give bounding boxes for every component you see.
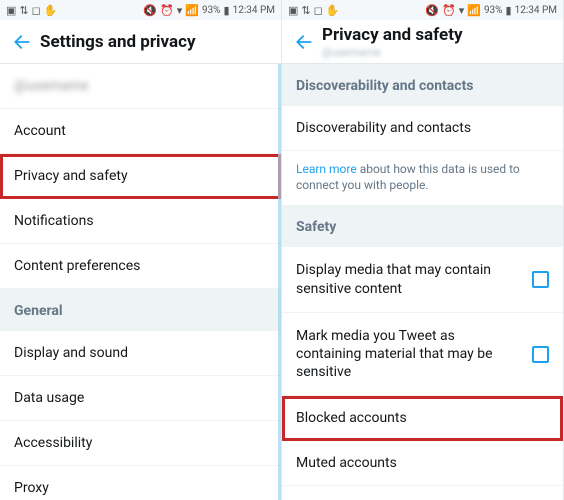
item-mark-sensitive[interactable]: Mark media you Tweet as containing mater… xyxy=(282,313,563,397)
status-bar: ▣ ⇅ ◻ ✋ 🔇 ⏰ ▾ 📶 93% ▮ 12:34 PM xyxy=(282,0,563,20)
section-discoverability: Discoverability and contacts xyxy=(282,64,563,106)
status-right: 🔇 ⏰ ▾ 📶 93% ▮ 12:34 PM xyxy=(425,4,557,17)
learn-more-link[interactable]: Learn more xyxy=(296,162,357,176)
item-privacy-and-safety[interactable]: Privacy and safety xyxy=(0,154,281,199)
screen-privacy-safety: ▣ ⇅ ◻ ✋ 🔇 ⏰ ▾ 📶 93% ▮ 12:34 PM Privacy a… xyxy=(282,0,564,500)
status-left: ▣ ⇅ ◻ ✋ xyxy=(6,4,57,17)
alarm-icon: ⏰ xyxy=(442,4,456,17)
item-display-sensitive[interactable]: Display media that may contain sensitive… xyxy=(282,247,563,312)
screen-settings: ▣ ⇅ ◻ ✋ 🔇 ⏰ ▾ 📶 93% ▮ 12:34 PM Settings … xyxy=(0,0,282,500)
back-arrow-icon[interactable] xyxy=(294,32,322,52)
wifi-icon: ▾ xyxy=(459,4,465,17)
page-title: Settings and privacy xyxy=(40,32,196,52)
mute-icon: 🔇 xyxy=(425,4,439,17)
item-muted-accounts[interactable]: Muted accounts xyxy=(282,441,563,486)
item-label: Account xyxy=(14,123,267,139)
clock: 12:34 PM xyxy=(233,5,275,16)
clock: 12:34 PM xyxy=(515,5,557,16)
app-header: Settings and privacy xyxy=(0,20,281,64)
discover-description: Learn more about how this data is used t… xyxy=(282,151,563,205)
item-label: Data usage xyxy=(14,390,267,406)
item-label: Mark media you Tweet as containing mater… xyxy=(296,327,522,382)
privacy-list: Discoverability and contacts Discoverabi… xyxy=(282,64,563,500)
battery-icon: ▮ xyxy=(506,4,512,17)
item-data-usage[interactable]: Data usage xyxy=(0,376,281,421)
hand-icon: ✋ xyxy=(326,4,340,17)
alarm-icon: ⏰ xyxy=(160,4,174,17)
item-discoverability-contacts[interactable]: Discoverability and contacts xyxy=(282,106,563,151)
app-header: Privacy and safety @username xyxy=(282,20,563,64)
cast-icon: ◻ xyxy=(32,4,41,17)
item-account[interactable]: Account xyxy=(0,109,281,154)
item-label: Content preferences xyxy=(14,258,267,274)
sync-icon: ⇅ xyxy=(19,4,28,17)
item-content-preferences[interactable]: Content preferences xyxy=(0,244,281,289)
section-general: General xyxy=(0,289,281,331)
item-label: Display media that may contain sensitive… xyxy=(296,261,522,297)
settings-list: @username Account Privacy and safety Not… xyxy=(0,64,281,500)
back-arrow-icon[interactable] xyxy=(12,32,40,52)
item-label: Notifications xyxy=(14,213,267,229)
item-blocked-accounts[interactable]: Blocked accounts xyxy=(282,396,563,441)
battery-icon: ▮ xyxy=(224,4,230,17)
username-blurred: @username xyxy=(14,78,89,94)
cast-icon: ◻ xyxy=(314,4,323,17)
section-safety: Safety xyxy=(282,205,563,247)
sync-icon: ⇅ xyxy=(301,4,310,17)
battery-percent: 93% xyxy=(202,5,221,16)
signal-icon: 📶 xyxy=(467,4,481,17)
scroll-indicator xyxy=(278,64,281,500)
wifi-icon: ▾ xyxy=(177,4,183,17)
notification-icon: ▣ xyxy=(288,4,298,17)
page-title: Privacy and safety xyxy=(322,25,463,45)
status-left: ▣ ⇅ ◻ ✋ xyxy=(288,4,339,17)
signal-icon: 📶 xyxy=(185,4,199,17)
item-proxy[interactable]: Proxy xyxy=(0,466,281,500)
item-label: Accessibility xyxy=(14,435,267,451)
item-label: Blocked accounts xyxy=(296,410,549,426)
item-muted-words[interactable]: Muted words xyxy=(282,486,563,500)
battery-percent: 93% xyxy=(484,5,503,16)
notification-icon: ▣ xyxy=(6,4,16,17)
item-label: Privacy and safety xyxy=(14,168,267,184)
checkbox-mark[interactable] xyxy=(532,346,549,363)
header-subtitle-blurred: @username xyxy=(322,46,463,59)
username-row: @username xyxy=(0,64,281,109)
hand-icon: ✋ xyxy=(44,4,58,17)
status-bar: ▣ ⇅ ◻ ✋ 🔇 ⏰ ▾ 📶 93% ▮ 12:34 PM xyxy=(0,0,281,20)
checkbox-sensitive[interactable] xyxy=(532,271,549,288)
item-label: Muted accounts xyxy=(296,455,549,471)
item-label: Display and sound xyxy=(14,345,267,361)
mute-icon: 🔇 xyxy=(143,4,157,17)
item-label: Proxy xyxy=(14,480,267,496)
item-accessibility[interactable]: Accessibility xyxy=(0,421,281,466)
item-display-and-sound[interactable]: Display and sound xyxy=(0,331,281,376)
item-label: Discoverability and contacts xyxy=(296,120,549,136)
item-notifications[interactable]: Notifications xyxy=(0,199,281,244)
status-right: 🔇 ⏰ ▾ 📶 93% ▮ 12:34 PM xyxy=(143,4,275,17)
